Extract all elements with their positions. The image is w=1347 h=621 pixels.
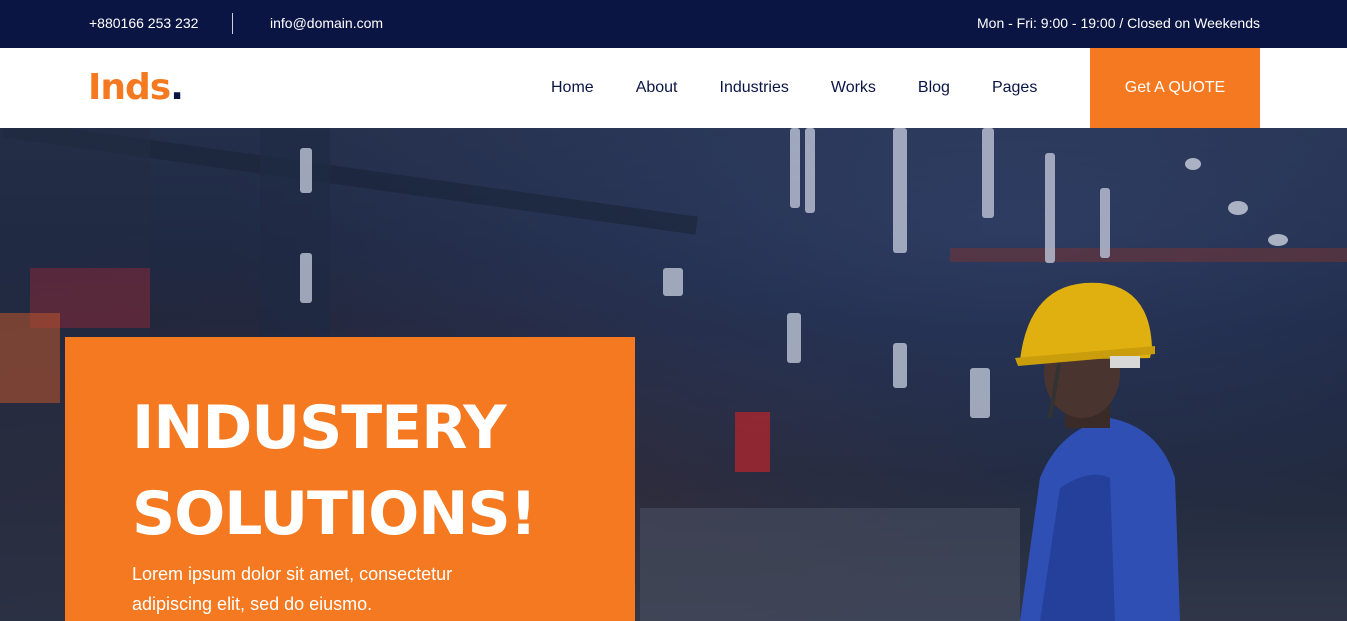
site-header: Inds. Home About Industries Works Blog P… — [0, 48, 1347, 128]
nav-blog[interactable]: Blog — [897, 48, 971, 128]
nav-about[interactable]: About — [615, 48, 699, 128]
logo-text: Inds — [88, 67, 171, 108]
topbar-divider — [232, 13, 233, 34]
main-nav: Home About Industries Works Blog Pages — [530, 48, 1058, 128]
hero-title-line-2: SOLUTIONS! — [132, 479, 537, 549]
get-quote-button[interactable]: Get A QUOTE — [1090, 48, 1260, 128]
hero-banner: INDUSTERY SOLUTIONS! Lorem ipsum dolor s… — [0, 128, 1347, 621]
hero-card: INDUSTERY SOLUTIONS! Lorem ipsum dolor s… — [65, 337, 635, 621]
email-address[interactable]: info@domain.com — [270, 15, 383, 31]
hero-description: Lorem ipsum dolor sit amet, consectetur … — [132, 564, 453, 614]
nav-industries[interactable]: Industries — [699, 48, 810, 128]
business-hours: Mon - Fri: 9:00 - 19:00 / Closed on Week… — [977, 15, 1260, 31]
hero-title-line-1: INDUSTERY — [132, 393, 507, 463]
top-contact-bar: +880166 253 232 info@domain.com Mon - Fr… — [0, 0, 1347, 48]
logo-dot: . — [170, 67, 184, 108]
site-logo[interactable]: Inds. — [88, 67, 184, 109]
nav-home[interactable]: Home — [530, 48, 615, 128]
nav-pages[interactable]: Pages — [971, 48, 1058, 128]
nav-works[interactable]: Works — [810, 48, 897, 128]
phone-number[interactable]: +880166 253 232 — [89, 15, 198, 31]
hero-title: INDUSTERY SOLUTIONS! — [132, 385, 537, 557]
worker-image — [1015, 282, 1180, 621]
